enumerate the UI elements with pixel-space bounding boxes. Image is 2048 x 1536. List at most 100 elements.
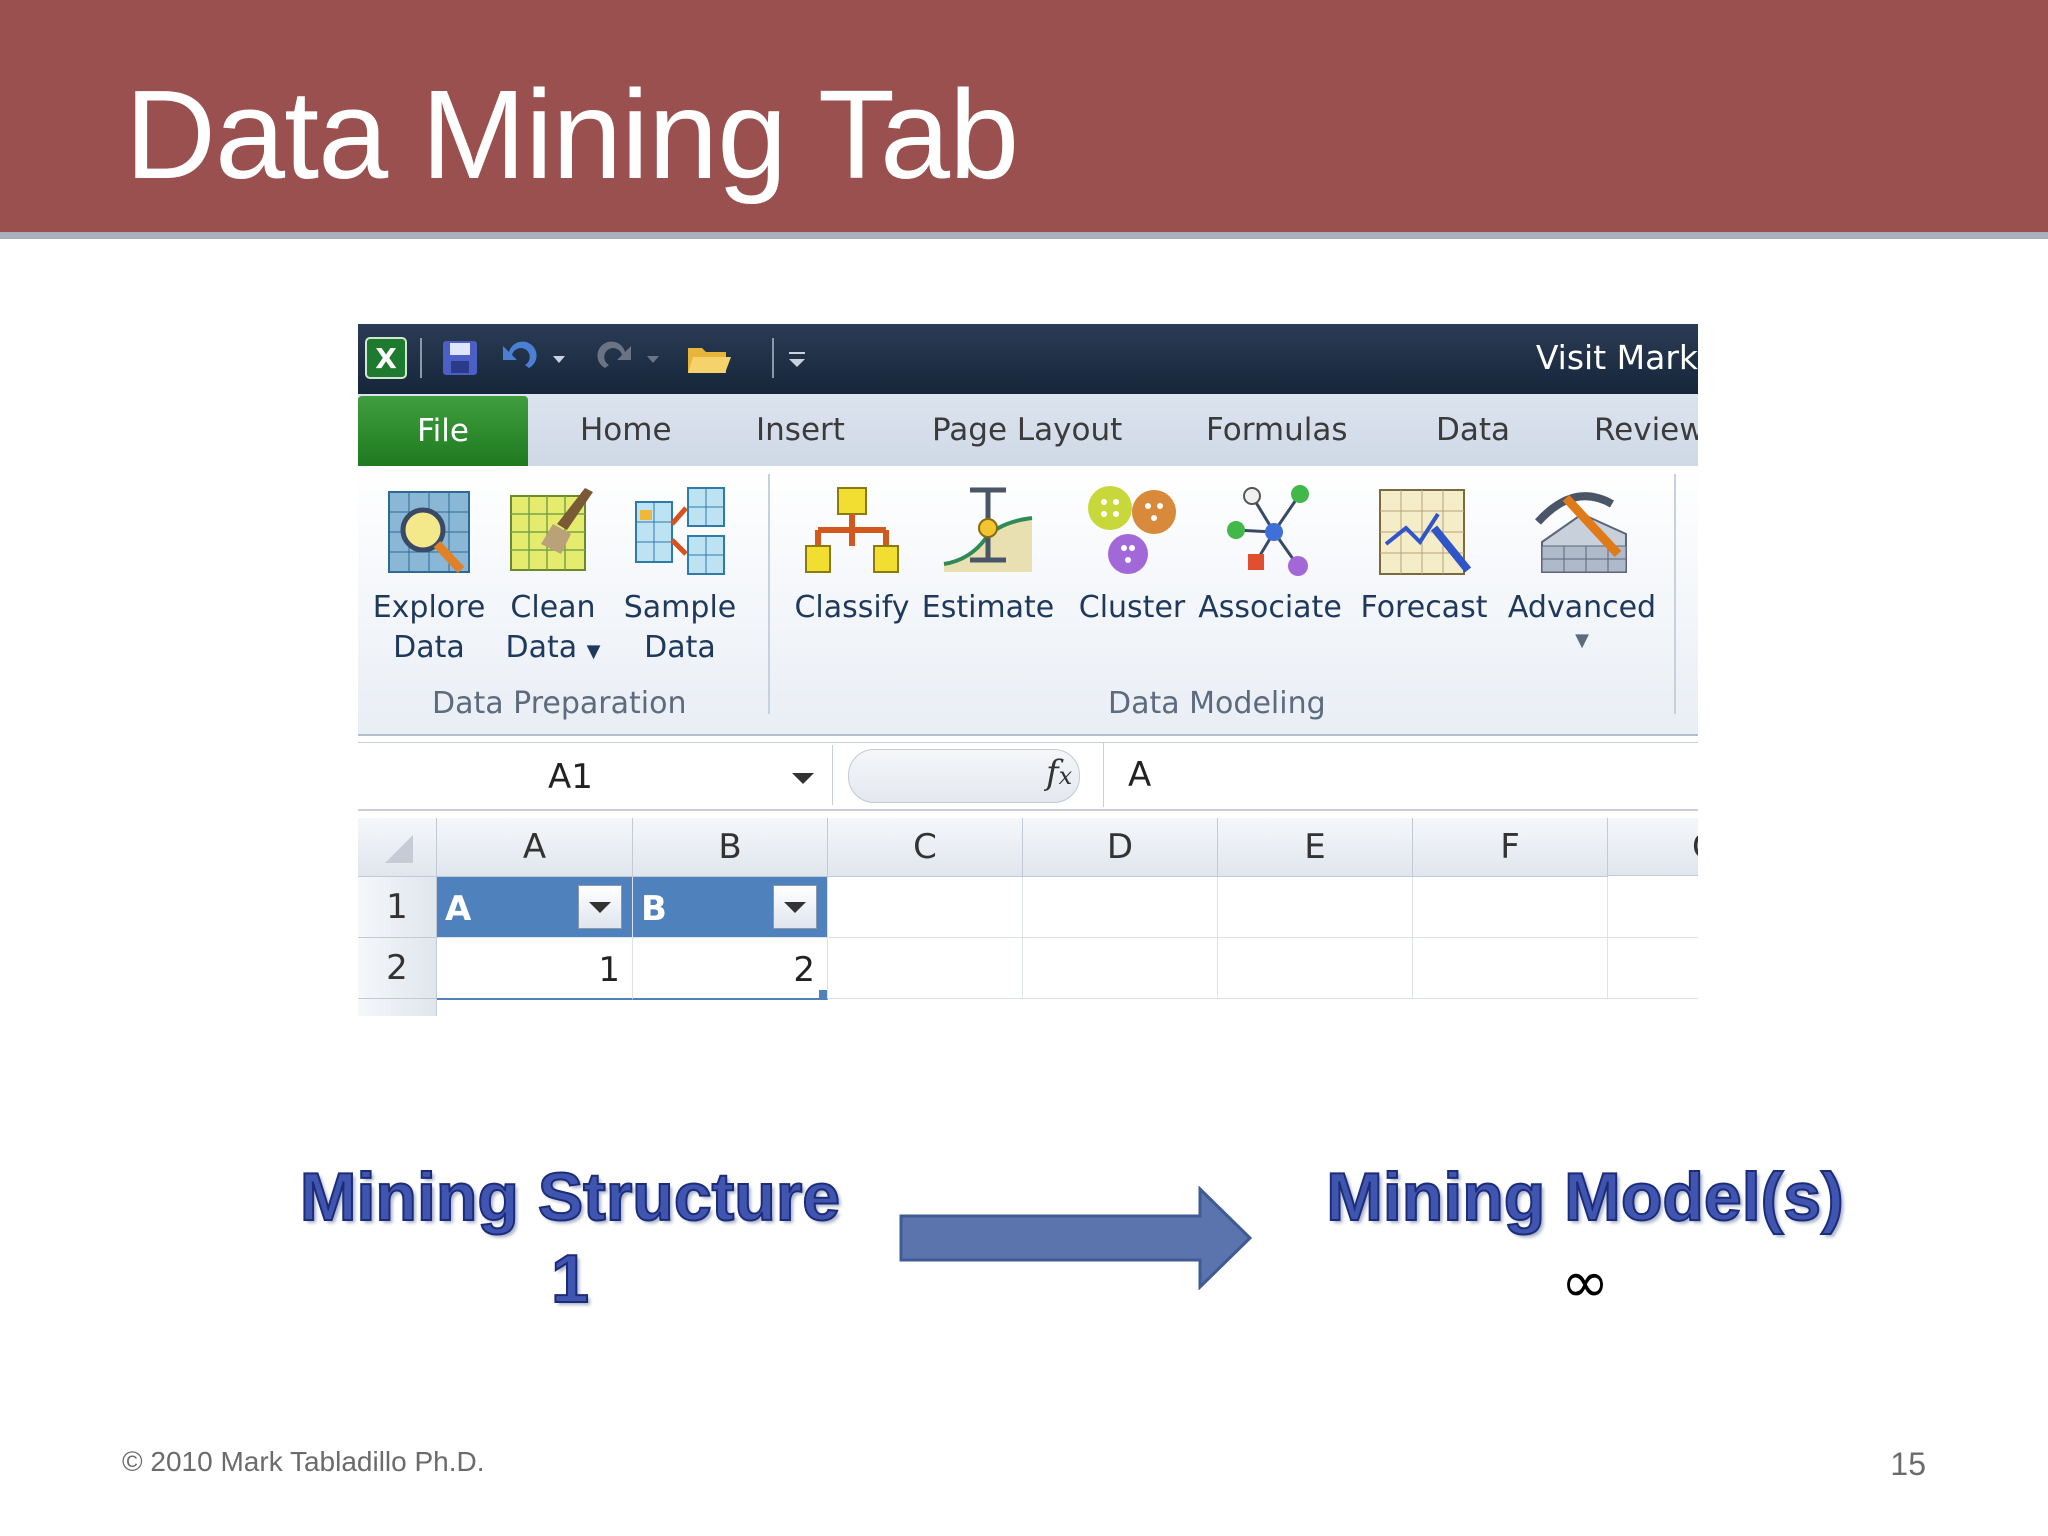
window-title: Visit Mark <box>1535 338 1698 377</box>
advanced-button[interactable]: Advanced ▼ <box>1502 484 1662 654</box>
column-header[interactable]: A <box>437 818 633 877</box>
explore-data-icon <box>381 484 477 580</box>
mining-models-label: Mining Model(s) <box>1325 1158 1844 1236</box>
column-header[interactable]: F <box>1413 818 1608 877</box>
column-header[interactable]: G <box>1608 818 1698 876</box>
mining-structure-count: 1 <box>550 1240 590 1318</box>
cluster-button[interactable]: Cluster <box>1068 484 1196 628</box>
arrow-right-icon <box>898 1185 1254 1295</box>
slide-title: Data Mining Tab <box>125 64 1019 205</box>
excel-screenshot: X Visit Mark File Home Insert Page Layou… <box>358 324 1698 1016</box>
filter-dropdown-icon[interactable] <box>773 885 817 929</box>
cell[interactable] <box>1608 938 1698 999</box>
group-label-data-modeling: Data Modeling <box>1108 686 1326 721</box>
classify-button[interactable]: Classify <box>790 484 914 628</box>
tab-file[interactable]: File <box>358 396 528 466</box>
cell[interactable] <box>1023 877 1218 938</box>
cluster-label: Cluster <box>1078 590 1186 625</box>
toolbar-separator <box>420 338 422 378</box>
cell[interactable] <box>828 877 1023 938</box>
name-box-value: A1 <box>548 757 593 797</box>
customize-icon[interactable] <box>782 336 812 380</box>
forecast-icon <box>1376 484 1472 580</box>
tab-page-layout[interactable]: Page Layout <box>932 412 1122 448</box>
explore-data-button[interactable]: Explore Data <box>370 484 488 668</box>
chevron-down-icon: ▼ <box>586 641 601 662</box>
classify-icon <box>804 484 900 580</box>
explore-data-label-1: Explore <box>372 590 486 625</box>
associate-label: Associate <box>1198 590 1342 625</box>
sample-data-label-1: Sample <box>623 590 737 625</box>
excel-logo-icon[interactable]: X <box>364 336 408 380</box>
save-icon[interactable] <box>438 336 482 380</box>
cell-value: 1 <box>598 950 620 990</box>
insert-function-icon[interactable]: fx <box>1046 753 1072 793</box>
tab-formulas[interactable]: Formulas <box>1206 412 1348 448</box>
table-header-cell[interactable]: B <box>633 877 828 938</box>
undo-icon[interactable] <box>498 336 578 380</box>
classify-label: Classify <box>794 590 910 625</box>
open-icon[interactable] <box>684 336 734 380</box>
group-separator <box>768 474 770 714</box>
sample-data-label-2: Data <box>644 630 716 665</box>
advanced-icon <box>1534 484 1630 580</box>
cell[interactable] <box>1608 877 1698 938</box>
estimate-button[interactable]: Estimate <box>920 484 1056 628</box>
chevron-down-icon: ▼ <box>1575 630 1589 651</box>
table-resize-handle[interactable] <box>819 990 827 998</box>
clean-data-button[interactable]: Clean Data ▼ <box>500 484 606 672</box>
tab-review[interactable]: Review <box>1594 412 1698 448</box>
redo-icon[interactable] <box>594 336 674 380</box>
cell[interactable] <box>1413 877 1608 938</box>
column-header[interactable]: B <box>633 818 828 877</box>
worksheet-grid: A B C D E F G 1 2 A B 1 2 <box>358 818 1698 1016</box>
copyright-footer: © 2010 Mark Tabladillo Ph.D. <box>122 1446 485 1477</box>
page-number: 15 <box>1890 1446 1926 1482</box>
clean-data-icon <box>505 484 601 580</box>
clean-data-label-1: Clean <box>510 590 596 625</box>
estimate-label: Estimate <box>921 590 1055 625</box>
cell[interactable] <box>1413 938 1608 999</box>
tab-insert[interactable]: Insert <box>756 412 845 448</box>
cluster-icon <box>1084 484 1180 580</box>
row-header[interactable]: 2 <box>358 938 437 999</box>
tab-data[interactable]: Data <box>1436 412 1510 448</box>
row-header[interactable]: 1 <box>358 877 437 938</box>
table-header-label: B <box>641 889 667 929</box>
column-header[interactable]: C <box>828 818 1023 877</box>
mining-models-count: ∞ <box>1560 1248 1610 1316</box>
formula-input[interactable]: A <box>1128 755 1151 795</box>
table-cell[interactable]: 2 <box>633 938 828 1000</box>
cell[interactable] <box>1218 877 1413 938</box>
associate-button[interactable]: Associate <box>1196 484 1344 628</box>
group-label-data-preparation: Data Preparation <box>432 686 687 721</box>
table-cell[interactable]: 1 <box>437 938 633 1000</box>
advanced-label: Advanced <box>1507 590 1657 625</box>
sample-data-button[interactable]: Sample Data <box>622 484 738 668</box>
chevron-down-icon[interactable] <box>792 773 814 784</box>
associate-icon <box>1222 484 1318 580</box>
cell-value: 2 <box>793 950 815 990</box>
column-header[interactable]: E <box>1218 818 1413 877</box>
clean-data-label-2: Data ▼ <box>505 630 601 665</box>
forecast-button[interactable]: Forecast <box>1354 484 1494 628</box>
tab-home[interactable]: Home <box>580 412 672 448</box>
column-header[interactable]: D <box>1023 818 1218 877</box>
name-box[interactable]: A1 <box>360 745 833 805</box>
group-separator <box>1674 474 1676 714</box>
forecast-label: Forecast <box>1360 590 1488 625</box>
table-header-cell[interactable]: A <box>437 877 633 938</box>
cell[interactable] <box>1218 938 1413 999</box>
svg-text:X: X <box>375 342 397 375</box>
toolbar-separator <box>772 338 774 378</box>
table-header-label: A <box>445 889 472 929</box>
cell[interactable] <box>828 938 1023 999</box>
quick-access-toolbar: X Visit Mark <box>358 324 1698 394</box>
sample-data-icon <box>632 484 728 580</box>
filter-dropdown-icon[interactable] <box>578 885 622 929</box>
formula-bar: A1 fx A <box>358 742 1698 811</box>
row-header[interactable] <box>358 999 437 1016</box>
select-all-corner[interactable] <box>358 818 437 877</box>
formula-bar-divider <box>1103 743 1104 807</box>
cell[interactable] <box>1023 938 1218 999</box>
